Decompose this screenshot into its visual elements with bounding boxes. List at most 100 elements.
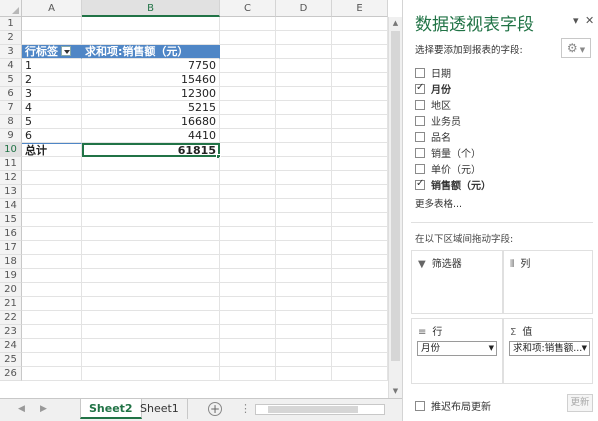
- cell[interactable]: [332, 17, 388, 31]
- cell[interactable]: [220, 17, 276, 31]
- field-checkbox[interactable]: [415, 132, 425, 142]
- row-header[interactable]: 7: [0, 101, 22, 115]
- cell[interactable]: [332, 227, 388, 241]
- scroll-thumb[interactable]: [391, 31, 400, 361]
- cell[interactable]: [220, 269, 276, 283]
- row-header[interactable]: 8: [0, 115, 22, 129]
- field-item-region[interactable]: 地区: [415, 100, 451, 114]
- field-item-salesperson[interactable]: 业务员: [415, 116, 461, 130]
- field-checkbox[interactable]: [415, 100, 425, 110]
- values-field-dropdown[interactable]: 求和项:销售额... ▼: [509, 341, 590, 356]
- field-item-sales-amount[interactable]: 销售额（元）: [415, 177, 491, 194]
- field-checkbox[interactable]: [415, 177, 425, 191]
- tab-scroll-left-icon[interactable]: ◀: [18, 404, 25, 414]
- tab-sheet1[interactable]: Sheet1: [132, 399, 188, 419]
- row-header[interactable]: 22: [0, 311, 22, 325]
- row-header[interactable]: 16: [0, 227, 22, 241]
- field-item-product[interactable]: 品名: [415, 132, 451, 146]
- cell[interactable]: [220, 157, 276, 171]
- cell[interactable]: [82, 213, 220, 227]
- cell[interactable]: [332, 59, 388, 73]
- cell[interactable]: [22, 311, 82, 325]
- pivot-value[interactable]: 15460: [82, 73, 220, 87]
- cell[interactable]: [82, 185, 220, 199]
- cell[interactable]: [332, 45, 388, 59]
- cell[interactable]: [220, 115, 276, 129]
- pivot-value[interactable]: 5215: [82, 101, 220, 115]
- grand-total-label[interactable]: 总计: [22, 143, 82, 157]
- row-header[interactable]: 17: [0, 241, 22, 255]
- cell[interactable]: [220, 45, 276, 59]
- columns-area[interactable]: ⦀ 列: [503, 250, 593, 314]
- cell[interactable]: [220, 227, 276, 241]
- cell[interactable]: [82, 17, 220, 31]
- pivot-row-label[interactable]: 3: [22, 87, 82, 101]
- cell[interactable]: [276, 255, 332, 269]
- cell[interactable]: [276, 31, 332, 45]
- cell[interactable]: [82, 311, 220, 325]
- field-item-month[interactable]: 月份: [415, 81, 451, 98]
- cell[interactable]: [220, 255, 276, 269]
- panel-options-dropdown-icon[interactable]: ▾: [573, 14, 579, 27]
- field-item-date[interactable]: 日期: [415, 68, 451, 82]
- column-header-e[interactable]: E: [332, 0, 388, 17]
- cell[interactable]: [22, 17, 82, 31]
- cell[interactable]: [332, 73, 388, 87]
- row-header[interactable]: 21: [0, 297, 22, 311]
- horizontal-scrollbar[interactable]: [255, 404, 385, 415]
- cell[interactable]: [82, 339, 220, 353]
- field-checkbox[interactable]: [415, 164, 425, 174]
- cell[interactable]: [276, 241, 332, 255]
- cell[interactable]: [82, 241, 220, 255]
- cell[interactable]: [332, 143, 388, 157]
- rows-field-dropdown[interactable]: 月份 ▼: [417, 341, 497, 356]
- scroll-down-icon[interactable]: ▼: [389, 385, 402, 398]
- row-header[interactable]: 2: [0, 31, 22, 45]
- layout-settings-button[interactable]: ⚙ ▼: [561, 38, 591, 58]
- cell[interactable]: [276, 87, 332, 101]
- cell[interactable]: [82, 255, 220, 269]
- pivot-value[interactable]: 16680: [82, 115, 220, 129]
- cell[interactable]: [276, 17, 332, 31]
- cell[interactable]: [82, 199, 220, 213]
- cell[interactable]: [82, 325, 220, 339]
- column-header-a[interactable]: A: [22, 0, 82, 17]
- cell[interactable]: [332, 101, 388, 115]
- row-header[interactable]: 13: [0, 185, 22, 199]
- pivot-value[interactable]: 12300: [82, 87, 220, 101]
- cell[interactable]: [276, 45, 332, 59]
- pivot-row-label[interactable]: 6: [22, 129, 82, 143]
- row-header[interactable]: 14: [0, 199, 22, 213]
- cell[interactable]: [220, 297, 276, 311]
- cell[interactable]: [82, 353, 220, 367]
- filter-dropdown-icon[interactable]: [61, 46, 71, 56]
- column-header-b[interactable]: B: [82, 0, 220, 17]
- cell[interactable]: [332, 339, 388, 353]
- cell[interactable]: [332, 87, 388, 101]
- cell[interactable]: [22, 339, 82, 353]
- pivot-row-label[interactable]: 1: [22, 59, 82, 73]
- cell[interactable]: [220, 59, 276, 73]
- row-header[interactable]: 15: [0, 213, 22, 227]
- pivot-value[interactable]: 4410: [82, 129, 220, 143]
- cell[interactable]: [220, 339, 276, 353]
- field-checkbox[interactable]: [415, 148, 425, 158]
- cell[interactable]: [220, 283, 276, 297]
- cell[interactable]: [220, 199, 276, 213]
- filters-area[interactable]: ▼ 筛选器: [411, 250, 503, 314]
- values-area[interactable]: Σ值 求和项:销售额... ▼: [503, 318, 593, 384]
- more-tables-link[interactable]: 更多表格...: [415, 196, 462, 210]
- pivot-row-label[interactable]: 5: [22, 115, 82, 129]
- cell[interactable]: [332, 353, 388, 367]
- column-header-c[interactable]: C: [220, 0, 276, 17]
- cell[interactable]: [220, 171, 276, 185]
- cell[interactable]: [276, 199, 332, 213]
- cell[interactable]: [220, 325, 276, 339]
- cell[interactable]: [82, 171, 220, 185]
- cell[interactable]: [22, 325, 82, 339]
- cell[interactable]: [332, 171, 388, 185]
- update-button[interactable]: 更新: [567, 394, 593, 412]
- cell[interactable]: [276, 101, 332, 115]
- cell[interactable]: [332, 283, 388, 297]
- row-header[interactable]: 23: [0, 325, 22, 339]
